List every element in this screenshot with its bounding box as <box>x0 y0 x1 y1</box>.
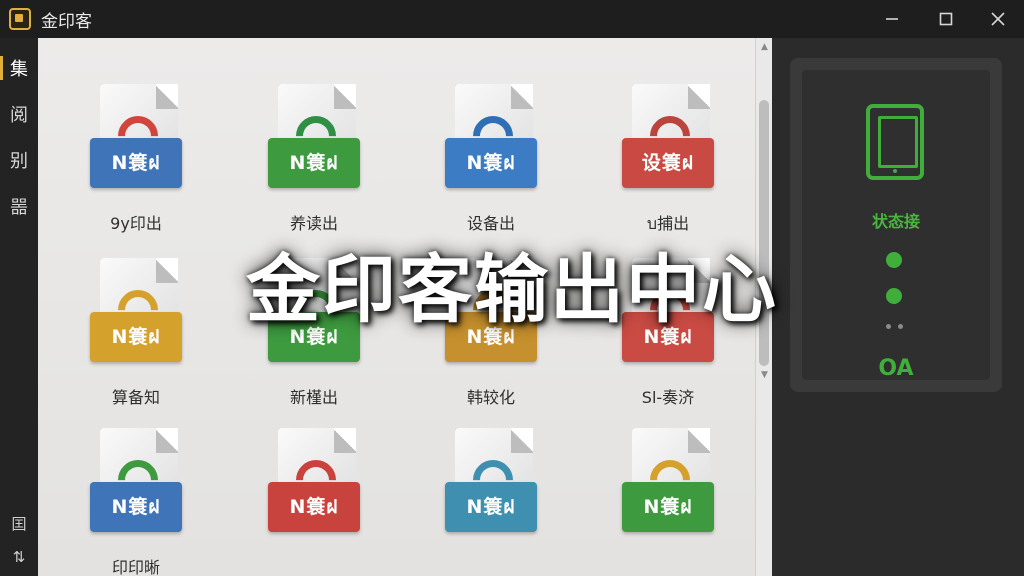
file-name-label: Sl-奏济 <box>641 388 695 407</box>
rail-item-label: 阅 <box>10 105 28 126</box>
file-name-label: 印印晰 <box>111 558 160 576</box>
file-tile[interactable]: N簑ฝ <box>580 420 730 576</box>
rail-item-devices[interactable]: 噐 <box>0 186 38 226</box>
file-name-label: 韩较化 <box>466 388 515 407</box>
page-fold-icon <box>688 428 710 453</box>
file-type-badge: N簑ฝ <box>445 482 537 532</box>
page-fold-icon <box>511 84 533 109</box>
scroll-up-arrow-icon[interactable]: ▲ <box>756 40 773 54</box>
status-title: 状态接 <box>871 212 920 231</box>
minimize-icon <box>886 18 898 20</box>
scroll-down-arrow-icon[interactable]: ▼ <box>756 368 773 382</box>
file-type-badge: N簑ฝ <box>445 138 537 188</box>
file-type-badge: N簑ฝ <box>268 138 360 188</box>
rail-item-label: 噐 <box>10 197 28 218</box>
tablet-icon <box>866 104 924 180</box>
file-tile[interactable]: N簑ฝ <box>226 420 376 576</box>
rail-item-label: 别 <box>10 151 28 172</box>
file-name-label: 算备知 <box>111 388 160 407</box>
file-type-badge: N簑ฝ <box>90 138 182 188</box>
rail-item-read[interactable]: 阅 <box>0 94 38 134</box>
rail-item-label: 集 <box>10 59 28 80</box>
file-tile[interactable]: 设簑ฝ บ捕出 <box>580 76 730 236</box>
rail-item-collect[interactable]: 集 <box>0 48 38 88</box>
file-tile[interactable]: N簑ฝ 设备出 <box>403 76 553 236</box>
minimize-button[interactable] <box>866 0 918 38</box>
close-button[interactable] <box>972 0 1024 38</box>
file-type-badge: 设簑ฝ <box>622 138 714 188</box>
maximize-icon <box>939 12 953 26</box>
file-tile[interactable]: N簑ฝ 养读出 <box>226 76 376 236</box>
page-fold-icon <box>334 428 356 453</box>
page-fold-icon <box>334 84 356 109</box>
file-tile[interactable]: N簑ฝ 印印晰 <box>48 420 198 576</box>
app-title: 金印客 <box>41 11 92 32</box>
file-tile[interactable]: N簑ฝ 9y印出 <box>48 76 198 236</box>
page-fold-icon <box>156 84 178 109</box>
page-fold-icon <box>156 428 178 453</box>
maximize-button[interactable] <box>920 0 972 38</box>
file-name-label: 新槿出 <box>289 388 338 407</box>
status-ok-label: OA <box>878 356 914 381</box>
overlay-banner-title: 金印客输出中心 <box>246 247 778 333</box>
file-type-badge: N簑ฝ <box>622 482 714 532</box>
file-tile[interactable]: N簑ฝ <box>403 420 553 576</box>
page-fold-icon <box>511 428 533 453</box>
status-card: 状态接 OA <box>790 58 1002 392</box>
file-type-badge: N簑ฝ <box>90 482 182 532</box>
file-type-badge: N簑ฝ <box>268 482 360 532</box>
close-icon <box>991 12 1005 26</box>
rail-bottom-sync-icon[interactable]: ⇅ <box>0 544 38 570</box>
rail-bottom-grid-icon[interactable]: 囯 <box>0 510 38 536</box>
page-fold-icon <box>688 84 710 109</box>
title-bar: 金印客 <box>0 0 1024 38</box>
app-logo-icon <box>9 8 31 30</box>
rail-item-other[interactable]: 别 <box>0 140 38 180</box>
